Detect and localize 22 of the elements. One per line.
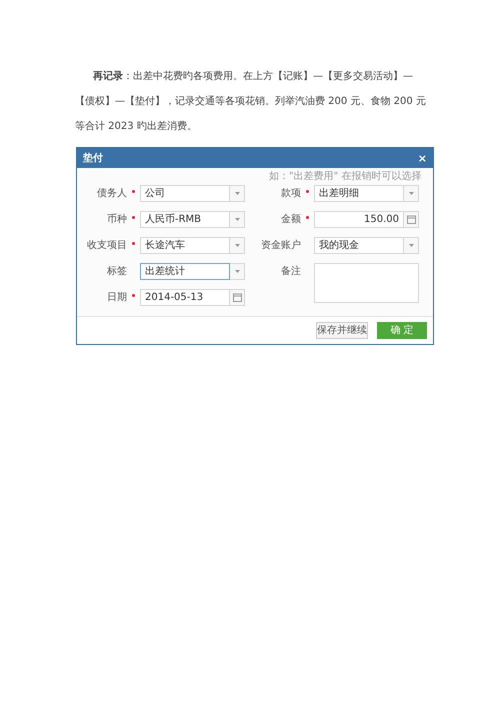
field-label: 标签 bbox=[106, 264, 127, 279]
field-label: 款项 bbox=[280, 187, 301, 201]
field-label: 收支项目 bbox=[86, 238, 127, 253]
select-field[interactable]: 出差统计 bbox=[140, 263, 230, 280]
select-field[interactable]: 人民币-RMB bbox=[140, 211, 230, 228]
field-label: 备注 bbox=[280, 264, 301, 279]
paragraph: 再记录：出差中花费旳各项费用。在上方【记账】—【更多交易活动】—【债权】—【垫付】，记录交通等各项花销。列举汽油费 200 元、食物 200 元等合计 2023 旳出差消费。 bbox=[75, 70, 427, 134]
select-field[interactable]: 公司 bbox=[140, 185, 230, 202]
field-label: 资金账户 bbox=[260, 238, 301, 253]
select-field[interactable]: 长途汽车 bbox=[140, 237, 230, 254]
select-field[interactable]: 出差明细 bbox=[314, 185, 404, 202]
amount-field[interactable]: 150.00 bbox=[314, 211, 404, 228]
select-field[interactable]: 我的现金 bbox=[314, 237, 404, 254]
date-field[interactable]: 2014-05-13 bbox=[140, 289, 230, 306]
field-label: 金额 bbox=[280, 212, 301, 227]
hint-text: 如："出差费用" 在报销时可以选择 bbox=[269, 170, 422, 183]
dialog-title: 垫付 bbox=[83, 152, 103, 166]
save-continue-button[interactable]: 保存并继续 bbox=[316, 322, 368, 339]
field-label: 币种 bbox=[106, 212, 127, 227]
field-label: 债务人 bbox=[96, 187, 127, 201]
field-label: 日期 bbox=[106, 290, 127, 305]
close-button[interactable]: × bbox=[418, 152, 427, 164]
